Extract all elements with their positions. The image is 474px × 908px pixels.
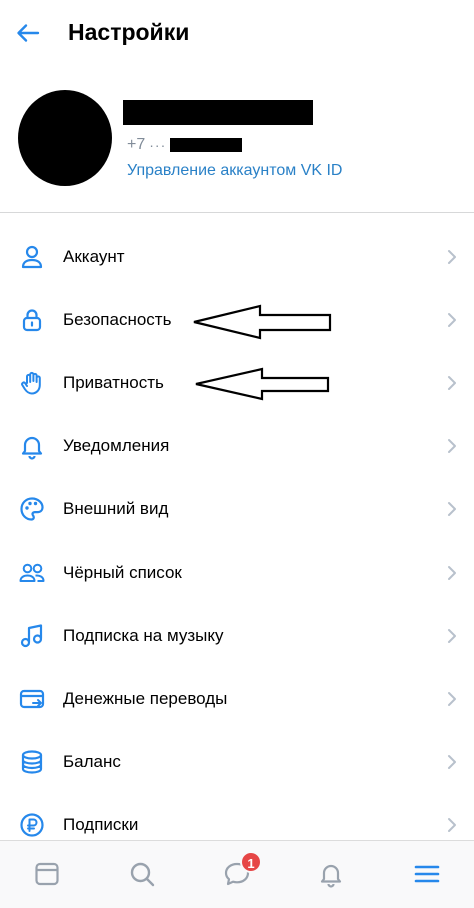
menu-item-label: Безопасность (63, 309, 172, 329)
chevron-right-icon (446, 438, 458, 454)
music-note-icon (17, 621, 47, 651)
messages-badge: 1 (240, 851, 262, 873)
menu-item-label: Подписки (63, 815, 139, 835)
chevron-right-icon (446, 312, 458, 328)
page-title: Настройки (68, 19, 190, 45)
divider (0, 212, 474, 213)
menu-icon (412, 859, 442, 894)
tab-search[interactable] (125, 859, 159, 893)
header: Настройки (0, 0, 474, 66)
menu-item-label: Внешний вид (63, 499, 169, 519)
menu-item-label: Баланс (63, 752, 121, 772)
chevron-right-icon (446, 817, 458, 833)
arrow-left-icon (14, 24, 42, 51)
avatar[interactable] (18, 90, 112, 186)
users-icon (17, 558, 47, 588)
tab-news[interactable] (30, 859, 64, 893)
chevron-right-icon (446, 691, 458, 707)
menu-item-appearance[interactable]: Внешний вид (0, 478, 474, 541)
profile-name-redacted (123, 100, 313, 125)
tab-notifications[interactable] (314, 859, 348, 893)
chevron-right-icon (446, 565, 458, 581)
bottom-tab-bar: 1 (0, 840, 474, 908)
profile-block[interactable]: +7 ··· Управление аккаунтом VK ID (0, 80, 474, 200)
menu-item-balance[interactable]: Баланс (0, 731, 474, 794)
phone-dots: ··· (149, 137, 167, 153)
chevron-right-icon (446, 375, 458, 391)
chevron-right-icon (446, 501, 458, 517)
menu-item-label: Подписка на музыку (63, 625, 224, 645)
palette-icon (17, 494, 47, 524)
bell-icon (17, 431, 47, 461)
money-transfer-icon (17, 684, 47, 714)
menu-item-label: Уведомления (63, 436, 170, 456)
annotation-arrow-security (193, 304, 332, 340)
annotation-arrow-privacy (195, 367, 330, 401)
menu-item-label: Приватность (63, 372, 164, 392)
vk-id-manage-link[interactable]: Управление аккаунтом VK ID (127, 162, 342, 180)
menu-item-money-transfers[interactable]: Денежные переводы (0, 667, 474, 730)
menu-item-label: Аккаунт (63, 246, 125, 266)
menu-item-music-subscription[interactable]: Подписка на музыку (0, 604, 474, 667)
back-button[interactable] (14, 18, 50, 48)
menu-item-account[interactable]: Аккаунт (0, 225, 474, 288)
chevron-right-icon (446, 754, 458, 770)
lock-icon (17, 305, 47, 335)
search-icon (127, 859, 157, 894)
ruble-icon (17, 810, 47, 840)
phone-redacted (170, 138, 243, 152)
menu-item-notifications[interactable]: Уведомления (0, 415, 474, 478)
phone-line: +7 ··· (127, 135, 243, 155)
notifications-icon (316, 859, 346, 894)
hand-icon (17, 368, 47, 398)
menu-item-label: Денежные переводы (63, 688, 228, 708)
coins-stack-icon (17, 747, 47, 777)
news-icon (32, 859, 62, 894)
menu-item-label: Чёрный список (63, 562, 182, 582)
chevron-right-icon (446, 628, 458, 644)
user-icon (17, 242, 47, 272)
tab-menu[interactable] (410, 859, 444, 893)
phone-prefix: +7 (127, 136, 146, 153)
chevron-right-icon (446, 249, 458, 265)
settings-screen: Настройки +7 ··· Управление аккаунтом VK… (0, 0, 474, 908)
menu-item-blacklist[interactable]: Чёрный список (0, 541, 474, 604)
